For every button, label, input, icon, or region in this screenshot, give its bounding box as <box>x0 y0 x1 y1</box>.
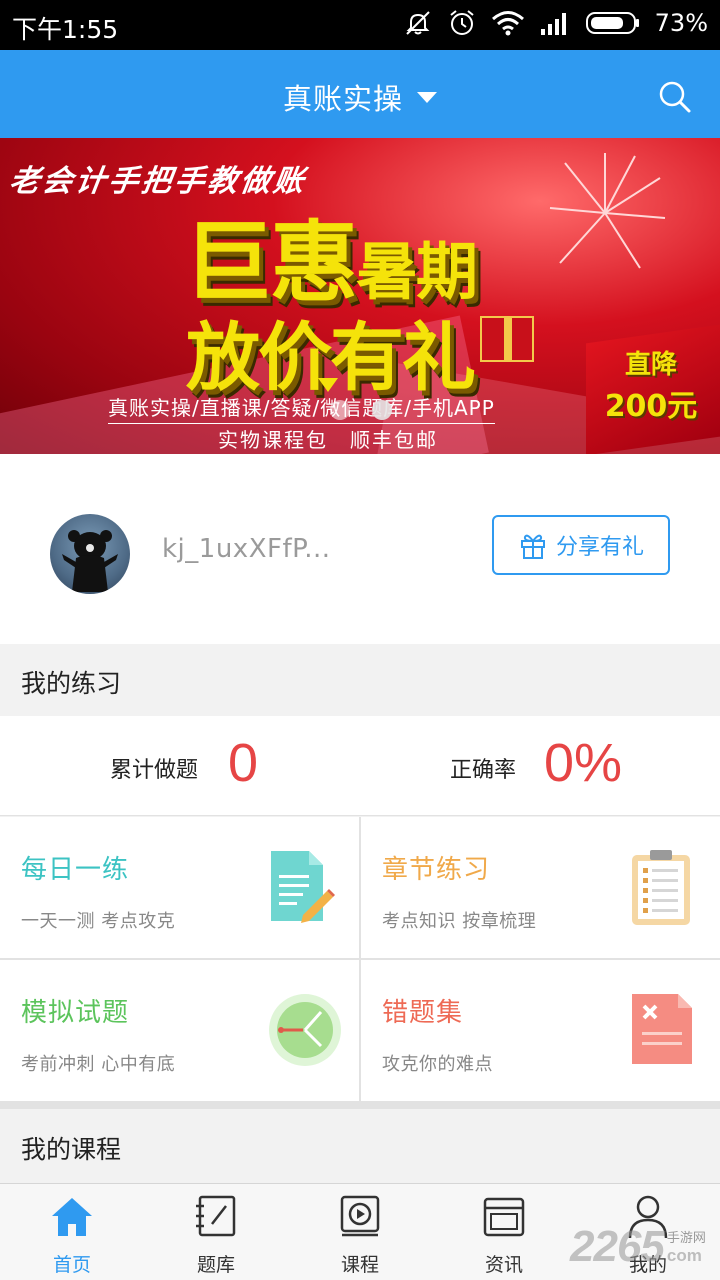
practice-section-header: 我的练习 <box>0 644 720 716</box>
app-header: 真账实操 <box>0 50 720 138</box>
wifi-icon <box>491 11 524 36</box>
share-gift-label: 分享有礼 <box>555 535 644 560</box>
watermark-cn: 手游网 <box>666 1231 706 1246</box>
nav-label: 题库 <box>196 1254 235 1276</box>
carousel-indicator <box>330 400 392 420</box>
status-bar: 下午1:55 73% <box>0 0 720 50</box>
practice-grid: 每日一练 一天一测 考点攻克 章节练习 考点知识 按章梳理 模拟试题 考前冲刺 … <box>0 817 720 1109</box>
watermark-en: com <box>666 1246 702 1265</box>
battery-icon <box>585 12 639 34</box>
card-subtitle: 一天一测 考点攻克 <box>21 911 176 932</box>
gift-icon <box>520 534 545 559</box>
search-icon[interactable] <box>658 80 692 114</box>
total-questions-label: 累计做题 <box>110 758 199 783</box>
watermark-number: 2265 <box>570 1222 665 1271</box>
wrong-answer-icon <box>632 994 692 1064</box>
nav-news[interactable]: 资讯 <box>432 1184 576 1280</box>
question-bank-icon <box>196 1195 236 1237</box>
nav-label: 课程 <box>340 1254 379 1276</box>
practice-stats: 累计做题 0 正确率 0% <box>0 716 720 816</box>
header-title: 真账实操 <box>282 82 403 116</box>
subject-selector[interactable]: 真账实操 <box>0 76 720 118</box>
section-title: 我的课程 <box>21 1135 122 1164</box>
clock-exam-icon <box>269 994 341 1066</box>
firework-icon <box>549 153 666 269</box>
nav-home[interactable]: 首页 <box>0 1184 144 1280</box>
mock-exam-card[interactable]: 模拟试题 考前冲刺 心中有底 <box>0 960 359 1101</box>
home-icon <box>52 1198 92 1236</box>
username: kj_1uxXFfP... <box>162 534 331 564</box>
card-subtitle: 考点知识 按章梳理 <box>382 911 537 932</box>
card-subtitle: 考前冲刺 心中有底 <box>21 1054 176 1075</box>
document-edit-icon <box>271 851 335 923</box>
accuracy-label: 正确率 <box>450 758 517 783</box>
card-title: 错题集 <box>382 998 464 1028</box>
ribbon-line-2: 200元 <box>604 389 698 424</box>
banner-features: 真账实操/直播课/答疑/微信题库/手机APP <box>108 392 495 424</box>
card-title: 章节练习 <box>382 855 491 885</box>
section-title: 我的练习 <box>21 669 122 698</box>
play-course-icon <box>340 1195 380 1237</box>
accuracy-value: 0% <box>544 733 623 793</box>
courses-section-header: 我的课程 <box>0 1110 720 1183</box>
clipboard-list-icon <box>632 850 690 925</box>
signal-icon <box>540 13 566 35</box>
banner-bonus: 实物课程包 顺丰包邮 <box>218 428 438 452</box>
status-icons: 73% <box>403 8 708 38</box>
chevron-down-icon <box>417 91 437 103</box>
nav-label: 首页 <box>52 1254 91 1276</box>
mute-icon <box>405 11 430 35</box>
carousel-dot-active[interactable] <box>372 400 392 420</box>
card-title: 模拟试题 <box>21 998 130 1028</box>
daily-practice-card[interactable]: 每日一练 一天一测 考点攻克 <box>0 817 359 958</box>
profile-card: kj_1uxXFfP... 分享有礼 <box>0 454 720 644</box>
chapter-practice-card[interactable]: 章节练习 考点知识 按章梳理 <box>361 817 720 958</box>
nav-label: 资讯 <box>484 1254 523 1276</box>
arrow-down-icon <box>318 378 338 392</box>
total-questions-value: 0 <box>228 733 259 793</box>
carousel-dot[interactable] <box>330 400 350 420</box>
gift-box-icon <box>480 316 534 362</box>
avatar[interactable] <box>50 514 130 594</box>
site-watermark: 2265 手游网 com <box>570 1222 706 1272</box>
news-icon <box>483 1197 525 1237</box>
alarm-icon <box>450 10 474 35</box>
promo-banner[interactable]: 老会计手把手教做账 巨惠暑期 放价有礼 真账实操/直播课/答疑/微信题库/手机A… <box>0 138 720 454</box>
bear-avatar-icon <box>62 530 118 592</box>
watermark-side: 手游网 com <box>667 1227 706 1266</box>
card-subtitle: 攻克你的难点 <box>382 1054 493 1075</box>
battery-percent: 73% <box>654 9 708 37</box>
banner-ribbon-text: 直降 200元 <box>596 344 706 425</box>
wrong-questions-card[interactable]: 错题集 攻克你的难点 <box>361 960 720 1101</box>
nav-courses[interactable]: 课程 <box>288 1184 432 1280</box>
card-title: 每日一练 <box>21 855 130 885</box>
nav-question-bank[interactable]: 题库 <box>144 1184 288 1280</box>
ribbon-line-1: 直降 <box>624 350 677 380</box>
status-time: 下午1:55 <box>12 15 119 44</box>
share-gift-button[interactable]: 分享有礼 <box>492 515 670 575</box>
